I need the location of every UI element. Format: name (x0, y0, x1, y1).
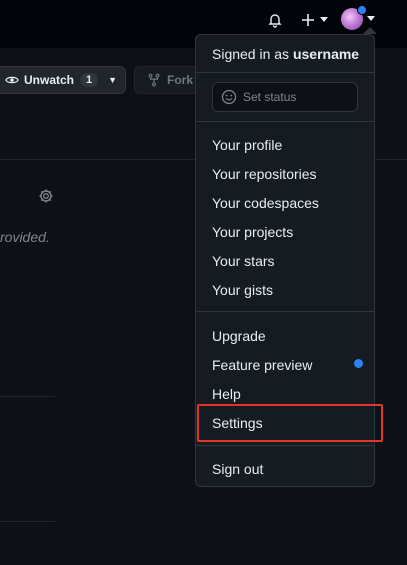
feature-preview-indicator (354, 359, 363, 368)
menu-item-your-profile[interactable]: Your profile (212, 137, 282, 153)
sidebar-divider (0, 396, 55, 397)
menu-divider (196, 445, 374, 446)
menu-item-upgrade[interactable]: Upgrade (212, 328, 266, 344)
menu-divider (196, 72, 374, 73)
plus-icon (301, 14, 314, 26)
page: Unwatch 1 ▼ Fork rovided. Signed in as u… (0, 0, 407, 565)
caret-down-icon (319, 17, 328, 22)
menu-item-your-codespaces[interactable]: Your codespaces (212, 195, 319, 211)
gear-icon[interactable] (38, 188, 54, 209)
set-status-button[interactable]: Set status (212, 82, 358, 112)
caret-down-icon: ▼ (108, 75, 118, 85)
fork-icon (148, 73, 160, 87)
sidebar-divider (0, 521, 55, 522)
avatar (341, 5, 367, 30)
set-status-label: Set status (243, 90, 297, 104)
smiley-icon (221, 89, 237, 105)
watch-count: 1 (80, 73, 99, 87)
signed-in-label: Signed in as username (212, 46, 359, 62)
username: username (292, 46, 360, 62)
menu-item-your-repositories[interactable]: Your repositories (212, 166, 317, 182)
create-new-button[interactable] (298, 9, 330, 31)
unwatch-label: Unwatch (24, 73, 75, 87)
menu-item-feature-preview[interactable]: Feature preview (212, 357, 312, 373)
menu-item-your-stars[interactable]: Your stars (212, 253, 275, 269)
about-description: rovided. (0, 229, 50, 245)
menu-divider (196, 121, 374, 122)
menu-item-help[interactable]: Help (212, 386, 241, 402)
caret-down-icon (367, 16, 375, 21)
menu-item-your-gists[interactable]: Your gists (212, 282, 273, 298)
bell-icon[interactable] (264, 9, 286, 31)
menu-pointer (363, 27, 377, 34)
menu-item-sign-out[interactable]: Sign out (212, 461, 263, 477)
settings-highlight-box (197, 404, 383, 442)
menu-divider (196, 311, 374, 312)
signed-in-prefix: Signed in as (212, 46, 293, 62)
unwatch-button[interactable]: Unwatch 1 ▼ (0, 66, 126, 94)
menu-item-your-projects[interactable]: Your projects (212, 224, 293, 240)
fork-label: Fork (167, 73, 194, 87)
eye-icon (5, 76, 19, 84)
